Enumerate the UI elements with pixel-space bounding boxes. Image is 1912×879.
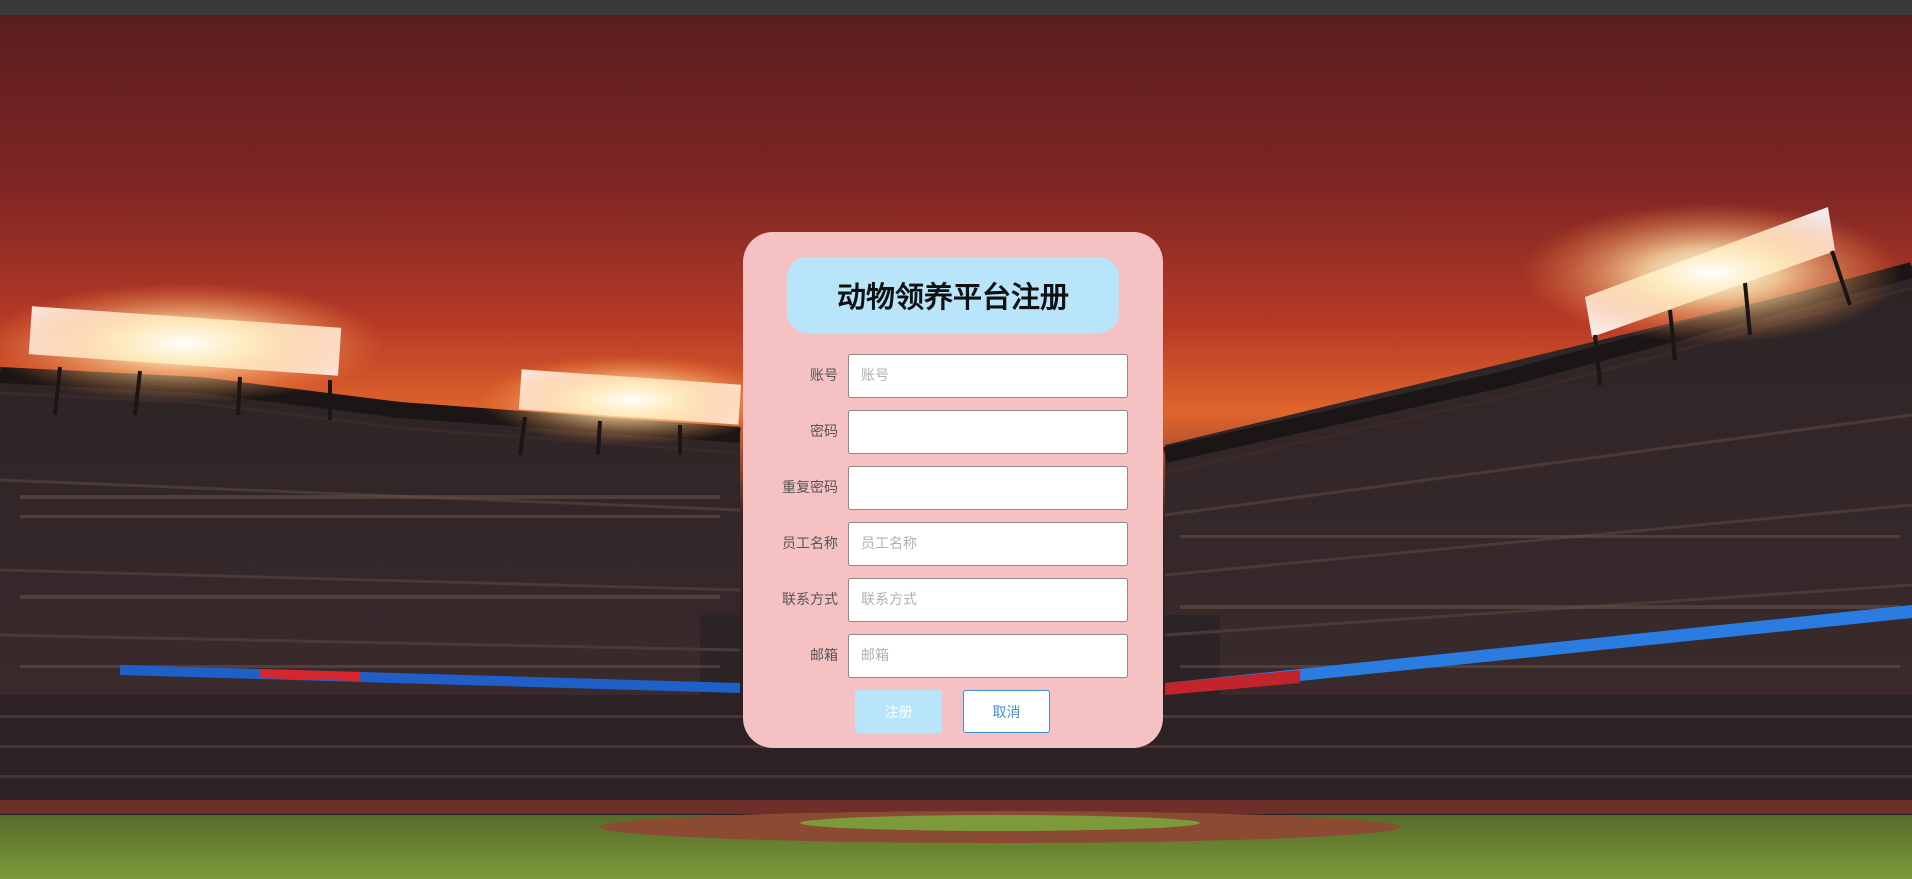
field-row-employee-name: 员工名称 bbox=[743, 522, 1163, 566]
stadium-background: 动物领养平台注册 账号 密码 重复密码 员工名称 联系方式 邮箱 注册 取消 bbox=[0, 15, 1912, 879]
contact-input[interactable] bbox=[848, 578, 1128, 622]
field-row-email: 邮箱 bbox=[743, 634, 1163, 678]
employee-name-label: 员工名称 bbox=[782, 536, 838, 552]
registration-card: 动物领养平台注册 账号 密码 重复密码 员工名称 联系方式 邮箱 注册 取消 bbox=[743, 232, 1163, 748]
field-row-contact: 联系方式 bbox=[743, 578, 1163, 622]
password-label: 密码 bbox=[810, 424, 838, 440]
browser-bookmarks-bar bbox=[0, 0, 1912, 16]
repeat-password-label: 重复密码 bbox=[782, 480, 838, 496]
form-title: 动物领养平台注册 bbox=[787, 257, 1119, 333]
field-row-account: 账号 bbox=[743, 354, 1163, 398]
register-button[interactable]: 注册 bbox=[855, 690, 942, 733]
email-label: 邮箱 bbox=[810, 648, 838, 664]
contact-label: 联系方式 bbox=[782, 592, 838, 608]
field-row-password: 密码 bbox=[743, 410, 1163, 454]
account-input[interactable] bbox=[848, 354, 1128, 398]
field-row-repeat-password: 重复密码 bbox=[743, 466, 1163, 510]
repeat-password-input[interactable] bbox=[848, 466, 1128, 510]
email-input[interactable] bbox=[848, 634, 1128, 678]
employee-name-input[interactable] bbox=[848, 522, 1128, 566]
cancel-button[interactable]: 取消 bbox=[963, 690, 1050, 733]
password-input[interactable] bbox=[848, 410, 1128, 454]
account-label: 账号 bbox=[810, 368, 838, 384]
